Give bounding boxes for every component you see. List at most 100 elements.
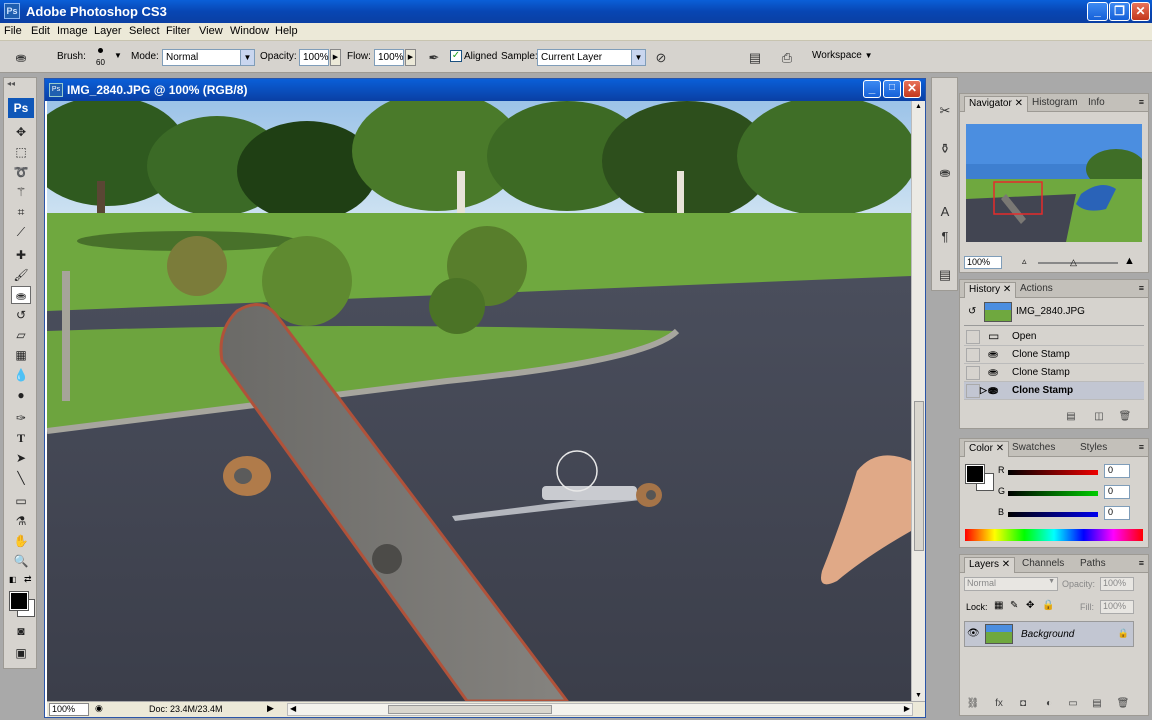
history-item[interactable]: ⛂ Clone Stamp (964, 346, 1144, 364)
adjustment-layer-icon[interactable]: ◐ (1042, 698, 1056, 712)
tab-styles[interactable]: Styles (1076, 441, 1111, 457)
opacity-slider-button[interactable]: ▶ (330, 49, 341, 66)
history-brush-checkbox[interactable] (966, 366, 980, 380)
path-selection-tool-icon[interactable]: ➤ (11, 449, 31, 467)
menu-window[interactable]: Window (230, 25, 269, 37)
new-layer-icon[interactable]: ▤ (1090, 698, 1104, 712)
tab-paths[interactable]: Paths (1076, 557, 1110, 573)
horizontal-scroll-thumb[interactable] (388, 705, 552, 714)
status-arrow-icon[interactable]: ▶ (267, 703, 274, 714)
new-group-icon[interactable]: ▭ (1066, 698, 1080, 712)
opacity-field[interactable]: 100% (299, 49, 329, 66)
foreground-color-swatch[interactable] (9, 591, 29, 611)
magic-wand-tool-icon[interactable]: ⚚ (11, 183, 31, 201)
eye-visibility-icon[interactable]: 👁 (967, 628, 980, 639)
mode-select[interactable]: Normal ▼ (162, 49, 255, 66)
close-icon[interactable]: ✕ (996, 443, 1004, 454)
quick-mask-icon[interactable]: ◙ (11, 622, 31, 640)
green-value-field[interactable]: 0 (1104, 485, 1130, 499)
history-item[interactable]: ▭ Open (964, 328, 1144, 346)
scroll-left-arrow-icon[interactable]: ◀ (290, 704, 296, 713)
doc-close-button[interactable]: ✕ (903, 80, 921, 98)
history-brush-checkbox[interactable] (966, 348, 980, 362)
layer-opacity-field[interactable]: 100% (1100, 577, 1134, 591)
sample-select[interactable]: Current Layer ▼ (537, 49, 646, 66)
close-button[interactable]: ✕ (1131, 2, 1150, 21)
red-value-field[interactable]: 0 (1104, 464, 1130, 478)
brushes-dock-icon[interactable]: ⚱ (936, 140, 954, 158)
flow-slider-button[interactable]: ▶ (405, 49, 416, 66)
character-dock-icon[interactable]: A (936, 203, 954, 221)
tab-info[interactable]: Info (1084, 96, 1109, 112)
airbrush-icon[interactable]: ✒ (425, 49, 443, 66)
camera-snapshot-icon[interactable]: ◫ (1092, 411, 1106, 425)
history-brush-checkbox[interactable] (966, 384, 980, 398)
navigator-zoom-slider[interactable] (1038, 262, 1118, 264)
layer-style-icon[interactable]: fx (992, 698, 1006, 712)
navigator-zoom-field[interactable]: 100% (964, 256, 1002, 269)
flow-field[interactable]: 100% (374, 49, 404, 66)
swap-colors-icon[interactable]: ⇄ (24, 574, 32, 585)
panel-menu-icon[interactable]: ≡ (1139, 558, 1144, 568)
layer-row[interactable]: 👁 Background 🔒 (964, 621, 1134, 647)
crop-tool-icon[interactable]: ⌗ (11, 203, 31, 221)
eraser-tool-icon[interactable]: ▱ (11, 326, 31, 344)
menu-filter[interactable]: Filter (166, 25, 190, 37)
scroll-right-arrow-icon[interactable]: ▶ (904, 704, 910, 713)
tab-channels[interactable]: Channels (1018, 557, 1068, 573)
horizontal-scrollbar[interactable]: ◀ ▶ (287, 703, 913, 716)
ignore-adjustment-layers-icon[interactable]: ⊘ (652, 49, 670, 66)
close-icon[interactable]: ✕ (1002, 559, 1010, 570)
zoom-in-icon[interactable]: ▲ (1124, 255, 1135, 267)
marquee-tool-icon[interactable]: ⬚ (11, 143, 31, 161)
lasso-tool-icon[interactable]: ➰ (11, 163, 31, 181)
image-canvas[interactable] (47, 101, 911, 701)
dodge-tool-icon[interactable]: ● (11, 386, 31, 404)
panel-menu-icon[interactable]: ≡ (1139, 97, 1144, 107)
clone-stamp-tool-icon[interactable]: ⛂ (11, 286, 31, 304)
minimize-button[interactable]: _ (1087, 2, 1108, 21)
red-slider[interactable] (1008, 470, 1098, 475)
lock-position-icon[interactable]: ✥ (1026, 600, 1034, 611)
notes-tool-icon[interactable]: ▭ (11, 492, 31, 510)
menu-edit[interactable]: Edit (31, 25, 50, 37)
history-item[interactable]: ⛂ Clone Stamp (964, 364, 1144, 382)
vertical-scroll-thumb[interactable] (914, 401, 924, 551)
history-brush-source-icon[interactable]: ↺ (968, 306, 976, 317)
hand-tool-icon[interactable]: ✋ (11, 532, 31, 550)
history-snapshot[interactable]: ↺ IMG_2840.JPG (964, 300, 1144, 326)
vertical-scrollbar[interactable]: ▲ ▼ (911, 101, 925, 701)
pen-tool-icon[interactable]: ✑ (11, 409, 31, 427)
toolbox-collapse-icon[interactable]: ◂◂ (7, 79, 15, 88)
fill-field[interactable]: 100% (1100, 600, 1134, 614)
status-zoom-field[interactable]: 100% (49, 703, 89, 716)
default-colors-icon[interactable]: ◧ (9, 575, 17, 584)
scroll-down-arrow-icon[interactable]: ▼ (915, 692, 922, 699)
type-tool-icon[interactable]: T (11, 429, 31, 447)
move-tool-icon[interactable]: ✥ (11, 123, 31, 141)
paragraph-dock-icon[interactable]: ¶ (936, 228, 954, 246)
panel-menu-icon[interactable]: ≡ (1139, 442, 1144, 452)
menu-view[interactable]: View (199, 25, 223, 37)
restore-button[interactable]: ❐ (1109, 2, 1130, 21)
doc-maximize-button[interactable]: □ (883, 80, 901, 98)
history-item-selected[interactable]: ▷ ⛂ Clone Stamp (964, 382, 1144, 400)
green-slider[interactable] (1008, 491, 1098, 496)
history-state-slider-icon[interactable]: ▷ (980, 385, 987, 396)
menu-help[interactable]: Help (275, 25, 298, 37)
aligned-checkbox[interactable]: ✓ (450, 50, 462, 62)
layer-mask-icon[interactable]: ◘ (1016, 698, 1030, 712)
healing-brush-tool-icon[interactable]: ✚ (11, 246, 31, 264)
tab-layers[interactable]: Layers ✕ (964, 557, 1016, 573)
history-brush-checkbox[interactable] (966, 330, 980, 344)
palette-well-icon[interactable]: ▤ (746, 49, 764, 66)
tab-navigator[interactable]: Navigator ✕ (964, 96, 1028, 112)
blend-mode-select[interactable]: Normal ▼ (964, 577, 1058, 591)
workspace-button[interactable]: Workspace ▼ (812, 50, 873, 61)
color-ramp[interactable] (965, 529, 1143, 541)
menu-select[interactable]: Select (129, 25, 160, 37)
menu-image[interactable]: Image (57, 25, 88, 37)
clone-source-dock-icon[interactable]: ⛂ (936, 164, 954, 182)
panel-menu-icon[interactable]: ≡ (1139, 283, 1144, 293)
tab-color[interactable]: Color ✕ (964, 441, 1010, 457)
